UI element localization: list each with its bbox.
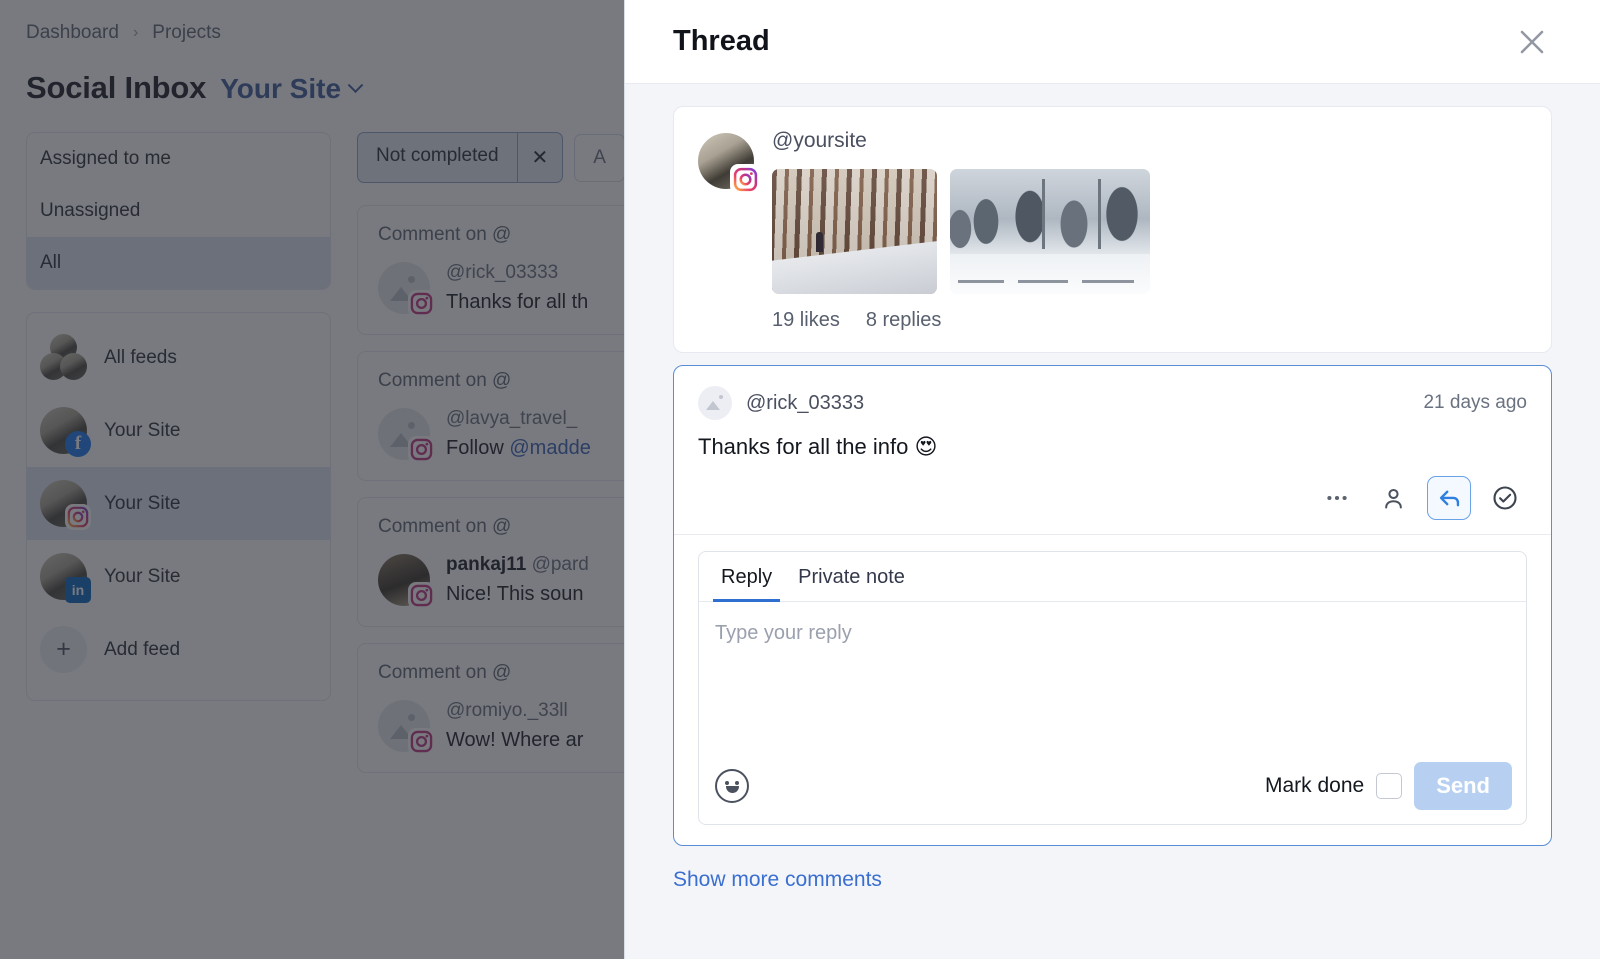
tab-private-note[interactable]: Private note [790, 552, 913, 601]
filter-chip-not-completed[interactable]: Not completed ✕ [357, 132, 564, 183]
post-image-forest[interactable] [772, 169, 937, 294]
sidebar-item-feed-facebook[interactable]: f Your Site [27, 394, 330, 467]
comment-author-handle: @lavya_travel_ [446, 408, 578, 429]
comment-author-handle[interactable]: @rick_03333 [746, 392, 864, 415]
page-title: Social Inbox [26, 70, 207, 105]
post-author-handle[interactable]: @yoursite [772, 129, 1527, 153]
avatar [378, 262, 435, 317]
facebook-icon: f [65, 431, 91, 457]
send-button[interactable]: Send [1414, 762, 1512, 810]
sidebar-item-label: All feeds [104, 346, 177, 368]
instagram-icon [408, 290, 435, 317]
assign-user-icon[interactable] [1371, 476, 1415, 520]
comment-author-handle: pankaj11 @pard [446, 554, 589, 575]
mark-done-label: Mark done [1264, 774, 1365, 797]
comment-text: Thanks for all the info 😍 [698, 434, 938, 459]
filter-chip-label: A [593, 146, 606, 168]
linkedin-icon: in [65, 577, 91, 603]
page-title: Thread [673, 25, 770, 57]
avatar [40, 334, 87, 381]
composer-footer: Mark done Send [699, 750, 1526, 824]
more-options-icon[interactable] [1315, 476, 1359, 520]
emoji-icon[interactable] [715, 769, 749, 803]
composer-tabs: Reply Private note [699, 552, 1526, 602]
avatar [378, 408, 435, 463]
close-icon[interactable] [1512, 22, 1552, 62]
instagram-icon [408, 728, 435, 755]
chevron-down-icon [347, 76, 364, 93]
breadcrumb-item-dashboard[interactable]: Dashboard [26, 22, 119, 44]
avatar [378, 700, 435, 755]
mark-done-icon[interactable] [1483, 476, 1527, 520]
instagram-icon [408, 436, 435, 463]
post-likes-count: 19 likes [772, 309, 840, 331]
site-selector-label: Your Site [220, 73, 342, 104]
avatar: f [40, 407, 91, 457]
avatar [378, 554, 435, 609]
reply-input[interactable]: Type your reply [699, 602, 1526, 750]
comment-text: Nice! This soun [446, 583, 584, 605]
sidebar-item-label: Your Site [104, 492, 181, 514]
thread-panel-header: Thread [625, 0, 1600, 84]
post-stats: 19 likes 8 replies [772, 309, 1527, 332]
reply-icon[interactable] [1427, 476, 1471, 520]
sidebar-item-feed-instagram[interactable]: Your Site [27, 467, 330, 540]
original-post-card: @yoursite 19 likes 8 replies [673, 106, 1552, 353]
comment-author-name: pankaj11 [446, 554, 527, 575]
avatar: in [40, 553, 91, 603]
filter-chip-secondary[interactable]: A [574, 133, 625, 182]
tab-reply[interactable]: Reply [713, 552, 781, 602]
breadcrumb-separator-icon: › [132, 24, 139, 41]
site-selector[interactable]: Your Site [220, 73, 364, 105]
avatar [698, 386, 732, 420]
comment-text: Follow @madde [446, 437, 591, 459]
post-image-snow-benches[interactable] [950, 169, 1150, 294]
instagram-icon [65, 504, 91, 530]
plus-icon: + [40, 626, 87, 673]
sidebar-item-all[interactable]: All [27, 237, 330, 289]
filter-chip-label: Not completed [376, 145, 499, 166]
mark-done-checkbox[interactable] [1376, 773, 1403, 799]
add-feed-button[interactable]: + Add feed [27, 613, 330, 686]
post-replies-count: 8 replies [865, 309, 942, 331]
thread-comment: @rick_03333 21 days ago Thanks for all t… [674, 366, 1551, 535]
comment-author-handle: @romiyo._33ll [446, 700, 568, 721]
sidebar-item-label: Your Site [104, 565, 181, 587]
sidebar-item-label: Your Site [104, 419, 181, 441]
instagram-icon [408, 582, 435, 609]
thread-panel-body: @yoursite 19 likes 8 replies @rick_03333… [625, 84, 1600, 959]
show-more-comments-link[interactable]: Show more comments [673, 868, 1552, 892]
comment-text: Thanks for all th [446, 291, 589, 313]
comment-action-bar [698, 476, 1527, 520]
comment-author-handle: @rick_03333 [446, 262, 559, 283]
comment-timestamp: 21 days ago [1423, 392, 1527, 413]
sidebar-item-label: Add feed [104, 638, 181, 660]
selected-comment-card: @rick_03333 21 days ago Thanks for all t… [673, 365, 1552, 846]
instagram-icon [730, 164, 760, 194]
screen: Dashboard › Projects Social Inbox Your S… [0, 0, 1600, 959]
sidebar-item-unassigned[interactable]: Unassigned [27, 185, 330, 237]
thread-panel: Thread @yoursite 19 likes 8 replies @ric… [624, 0, 1600, 959]
avatar [698, 133, 760, 194]
breadcrumb-item-projects[interactable]: Projects [152, 22, 221, 44]
sidebar: Assigned to me Unassigned All All feeds [26, 132, 331, 773]
comment-mention[interactable]: @madde [509, 437, 590, 459]
remove-filter-icon[interactable]: ✕ [516, 133, 563, 182]
all-feeds-avatar-group [40, 334, 87, 381]
sidebar-item-all-feeds[interactable]: All feeds [27, 321, 330, 394]
avatar [40, 480, 91, 530]
reply-composer: Reply Private note Type your reply Mark … [674, 535, 1551, 845]
assignment-filter-card: Assigned to me Unassigned All [26, 132, 331, 290]
feed-list-card: All feeds f Your Site Your Site in Your … [26, 312, 331, 701]
comment-text: Wow! Where ar [446, 729, 584, 751]
sidebar-item-feed-linkedin[interactable]: in Your Site [27, 540, 330, 613]
sidebar-item-assigned-to-me[interactable]: Assigned to me [27, 133, 330, 185]
composer-box: Reply Private note Type your reply Mark … [698, 551, 1527, 825]
post-media-gallery [772, 169, 1527, 294]
